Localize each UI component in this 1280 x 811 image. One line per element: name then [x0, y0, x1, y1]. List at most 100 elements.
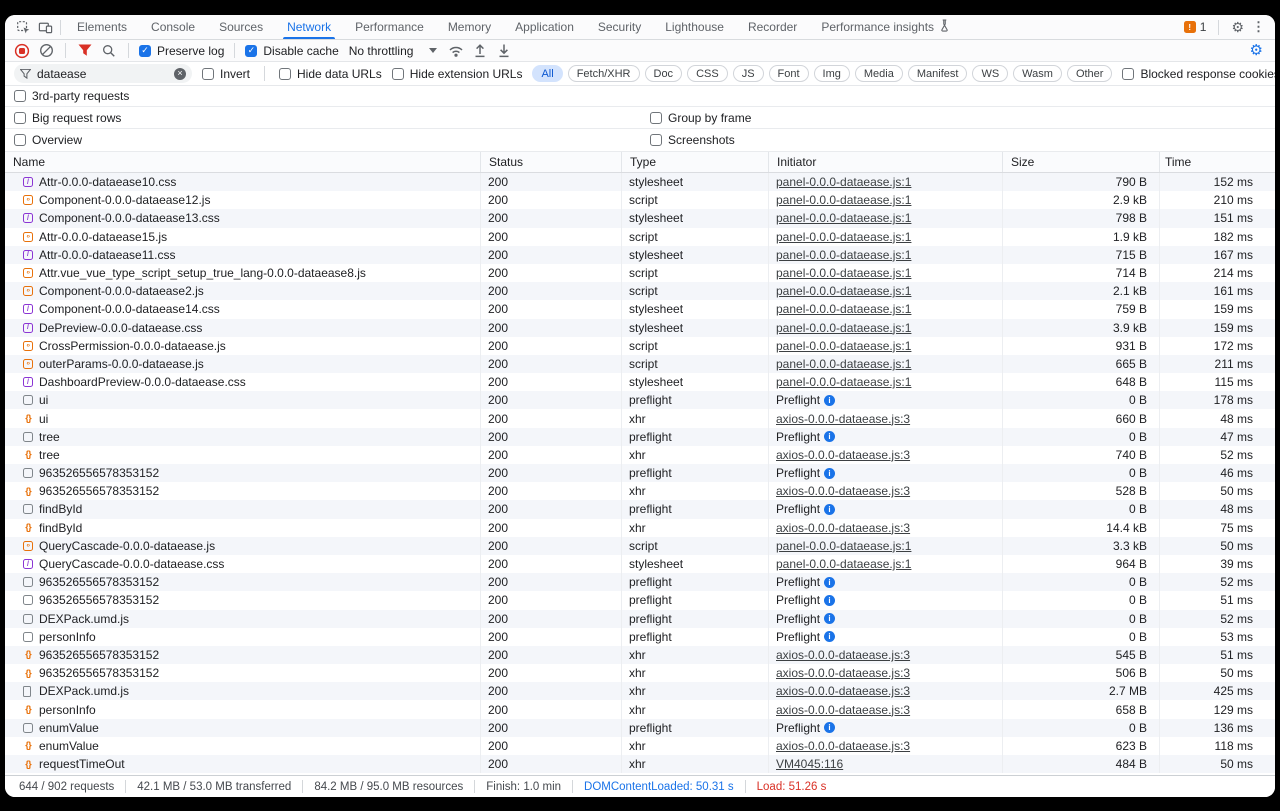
- hide-data-urls-checkbox[interactable]: Hide data URLs: [279, 67, 382, 81]
- initiator-link[interactable]: panel-0.0.0-dataease.js:1: [776, 211, 911, 225]
- table-row[interactable]: /DePreview-0.0.0-dataease.css200styleshe…: [5, 319, 1275, 337]
- table-row[interactable]: ‹›outerParams-0.0.0-dataease.js200script…: [5, 355, 1275, 373]
- disable-cache-checkbox[interactable]: Disable cache: [245, 44, 338, 58]
- table-row[interactable]: enumValue200preflightPreflighti0 B136 ms: [5, 719, 1275, 737]
- clear-network-log-icon[interactable]: [37, 42, 55, 60]
- invert-checkbox[interactable]: Invert: [202, 67, 250, 81]
- initiator-link[interactable]: panel-0.0.0-dataease.js:1: [776, 321, 911, 335]
- preflight-info-icon[interactable]: i: [824, 395, 835, 406]
- clear-filter-icon[interactable]: ×: [174, 68, 186, 80]
- initiator-link[interactable]: panel-0.0.0-dataease.js:1: [776, 175, 911, 189]
- initiator-link[interactable]: axios-0.0.0-dataease.js:3: [776, 648, 910, 662]
- table-row[interactable]: {}ui200xhraxios-0.0.0-dataease.js:3660 B…: [5, 409, 1275, 427]
- table-row[interactable]: 963526556578353152200preflightPreflighti…: [5, 591, 1275, 609]
- filter-pill-wasm[interactable]: Wasm: [1013, 65, 1062, 82]
- table-row[interactable]: ‹›Component-0.0.0-dataease2.js200scriptp…: [5, 282, 1275, 300]
- table-row[interactable]: ui200preflightPreflighti0 B178 ms: [5, 391, 1275, 409]
- table-row[interactable]: {}findById200xhraxios-0.0.0-dataease.js:…: [5, 519, 1275, 537]
- initiator-link[interactable]: panel-0.0.0-dataease.js:1: [776, 302, 911, 316]
- tab-recorder[interactable]: Recorder: [736, 15, 809, 39]
- initiator-link[interactable]: axios-0.0.0-dataease.js:3: [776, 484, 910, 498]
- initiator-link[interactable]: axios-0.0.0-dataease.js:3: [776, 412, 910, 426]
- column-header-size[interactable]: Size: [1003, 152, 1160, 172]
- preflight-info-icon[interactable]: i: [824, 613, 835, 624]
- table-row[interactable]: ‹›Component-0.0.0-dataease12.js200script…: [5, 191, 1275, 209]
- filter-pill-img[interactable]: Img: [814, 65, 850, 82]
- column-header-type[interactable]: Type: [622, 152, 769, 172]
- initiator-link[interactable]: VM4045:116: [776, 757, 843, 771]
- initiator-link[interactable]: axios-0.0.0-dataease.js:3: [776, 666, 910, 680]
- table-row[interactable]: ‹›CrossPermission-0.0.0-dataease.js200sc…: [5, 337, 1275, 355]
- preflight-info-icon[interactable]: i: [824, 431, 835, 442]
- overview-checkbox[interactable]: Overview: [14, 133, 82, 147]
- filter-pill-font[interactable]: Font: [769, 65, 809, 82]
- group-by-frame-checkbox[interactable]: Group by frame: [650, 111, 751, 125]
- hide-extension-urls-checkbox[interactable]: Hide extension URLs: [392, 67, 523, 81]
- filter-pill-fetch-xhr[interactable]: Fetch/XHR: [568, 65, 640, 82]
- import-har-icon[interactable]: [471, 42, 489, 60]
- filter-pill-media[interactable]: Media: [855, 65, 903, 82]
- tab-network[interactable]: Network: [275, 15, 343, 39]
- table-row[interactable]: /Attr-0.0.0-dataease10.css200stylesheetp…: [5, 173, 1275, 191]
- table-row[interactable]: DEXPack.umd.js200preflightPreflighti0 B5…: [5, 610, 1275, 628]
- export-har-icon[interactable]: [495, 42, 513, 60]
- filter-pill-css[interactable]: CSS: [687, 65, 728, 82]
- settings-gear-icon[interactable]: ⚙: [1231, 20, 1244, 34]
- column-header-initiator[interactable]: Initiator: [769, 152, 1003, 172]
- filter-pill-other[interactable]: Other: [1067, 65, 1113, 82]
- filter-pill-all[interactable]: All: [532, 65, 562, 82]
- table-row[interactable]: /Component-0.0.0-dataease13.css200styles…: [5, 209, 1275, 227]
- table-row[interactable]: DEXPack.umd.js200xhraxios-0.0.0-dataease…: [5, 682, 1275, 700]
- table-row[interactable]: {}tree200xhraxios-0.0.0-dataease.js:3740…: [5, 446, 1275, 464]
- record-network-log-icon[interactable]: [13, 42, 31, 60]
- table-row[interactable]: {}requestTimeOut200xhrVM4045:116484 B50 …: [5, 755, 1275, 773]
- filter-pill-doc[interactable]: Doc: [645, 65, 683, 82]
- tab-performance[interactable]: Performance: [343, 15, 436, 39]
- network-conditions-icon[interactable]: [447, 42, 465, 60]
- tab-lighthouse[interactable]: Lighthouse: [653, 15, 736, 39]
- filter-pill-ws[interactable]: WS: [972, 65, 1008, 82]
- table-row[interactable]: {}963526556578353152200xhraxios-0.0.0-da…: [5, 482, 1275, 500]
- table-row[interactable]: ‹›QueryCascade-0.0.0-dataease.js200scrip…: [5, 537, 1275, 555]
- table-row[interactable]: /QueryCascade-0.0.0-dataease.css200style…: [5, 555, 1275, 573]
- screenshots-checkbox[interactable]: Screenshots: [650, 133, 735, 147]
- preflight-info-icon[interactable]: i: [824, 722, 835, 733]
- table-row[interactable]: /Attr-0.0.0-dataease11.css200stylesheetp…: [5, 246, 1275, 264]
- initiator-link[interactable]: axios-0.0.0-dataease.js:3: [776, 521, 910, 535]
- initiator-link[interactable]: panel-0.0.0-dataease.js:1: [776, 266, 911, 280]
- table-row[interactable]: 963526556578353152200preflightPreflighti…: [5, 573, 1275, 591]
- device-toolbar-icon[interactable]: [34, 15, 56, 39]
- initiator-link[interactable]: panel-0.0.0-dataease.js:1: [776, 230, 911, 244]
- table-row[interactable]: 963526556578353152200preflightPreflighti…: [5, 464, 1275, 482]
- table-row[interactable]: {}enumValue200xhraxios-0.0.0-dataease.js…: [5, 737, 1275, 755]
- preflight-info-icon[interactable]: i: [824, 595, 835, 606]
- table-row[interactable]: {}personInfo200xhraxios-0.0.0-dataease.j…: [5, 700, 1275, 718]
- table-row[interactable]: {}963526556578353152200xhraxios-0.0.0-da…: [5, 646, 1275, 664]
- search-icon[interactable]: [100, 42, 118, 60]
- preflight-info-icon[interactable]: i: [824, 504, 835, 515]
- third-party-requests-checkbox[interactable]: 3rd-party requests: [14, 89, 129, 103]
- initiator-link[interactable]: panel-0.0.0-dataease.js:1: [776, 539, 911, 553]
- tab-elements[interactable]: Elements: [65, 15, 139, 39]
- initiator-link[interactable]: panel-0.0.0-dataease.js:1: [776, 248, 911, 262]
- network-filter-input[interactable]: [37, 67, 168, 81]
- initiator-link[interactable]: axios-0.0.0-dataease.js:3: [776, 684, 910, 698]
- preserve-log-checkbox[interactable]: Preserve log: [139, 44, 224, 58]
- more-options-icon[interactable]: ⋮: [1252, 19, 1265, 35]
- table-row[interactable]: {}963526556578353152200xhraxios-0.0.0-da…: [5, 664, 1275, 682]
- tab-memory[interactable]: Memory: [436, 15, 503, 39]
- tab-security[interactable]: Security: [586, 15, 653, 39]
- tab-sources[interactable]: Sources: [207, 15, 275, 39]
- tab-application[interactable]: Application: [503, 15, 586, 39]
- inspect-element-icon[interactable]: [12, 15, 34, 39]
- table-row[interactable]: findById200preflightPreflighti0 B48 ms: [5, 500, 1275, 518]
- table-row[interactable]: /Component-0.0.0-dataease14.css200styles…: [5, 300, 1275, 318]
- blocked-response-cookies-checkbox[interactable]: Blocked response cookies: [1122, 67, 1275, 81]
- filter-pill-manifest[interactable]: Manifest: [908, 65, 968, 82]
- network-settings-gear-icon[interactable]: ⚙: [1250, 43, 1263, 58]
- preflight-info-icon[interactable]: i: [824, 631, 835, 642]
- initiator-link[interactable]: axios-0.0.0-dataease.js:3: [776, 703, 910, 717]
- initiator-link[interactable]: axios-0.0.0-dataease.js:3: [776, 739, 910, 753]
- preflight-info-icon[interactable]: i: [824, 577, 835, 588]
- initiator-link[interactable]: panel-0.0.0-dataease.js:1: [776, 375, 911, 389]
